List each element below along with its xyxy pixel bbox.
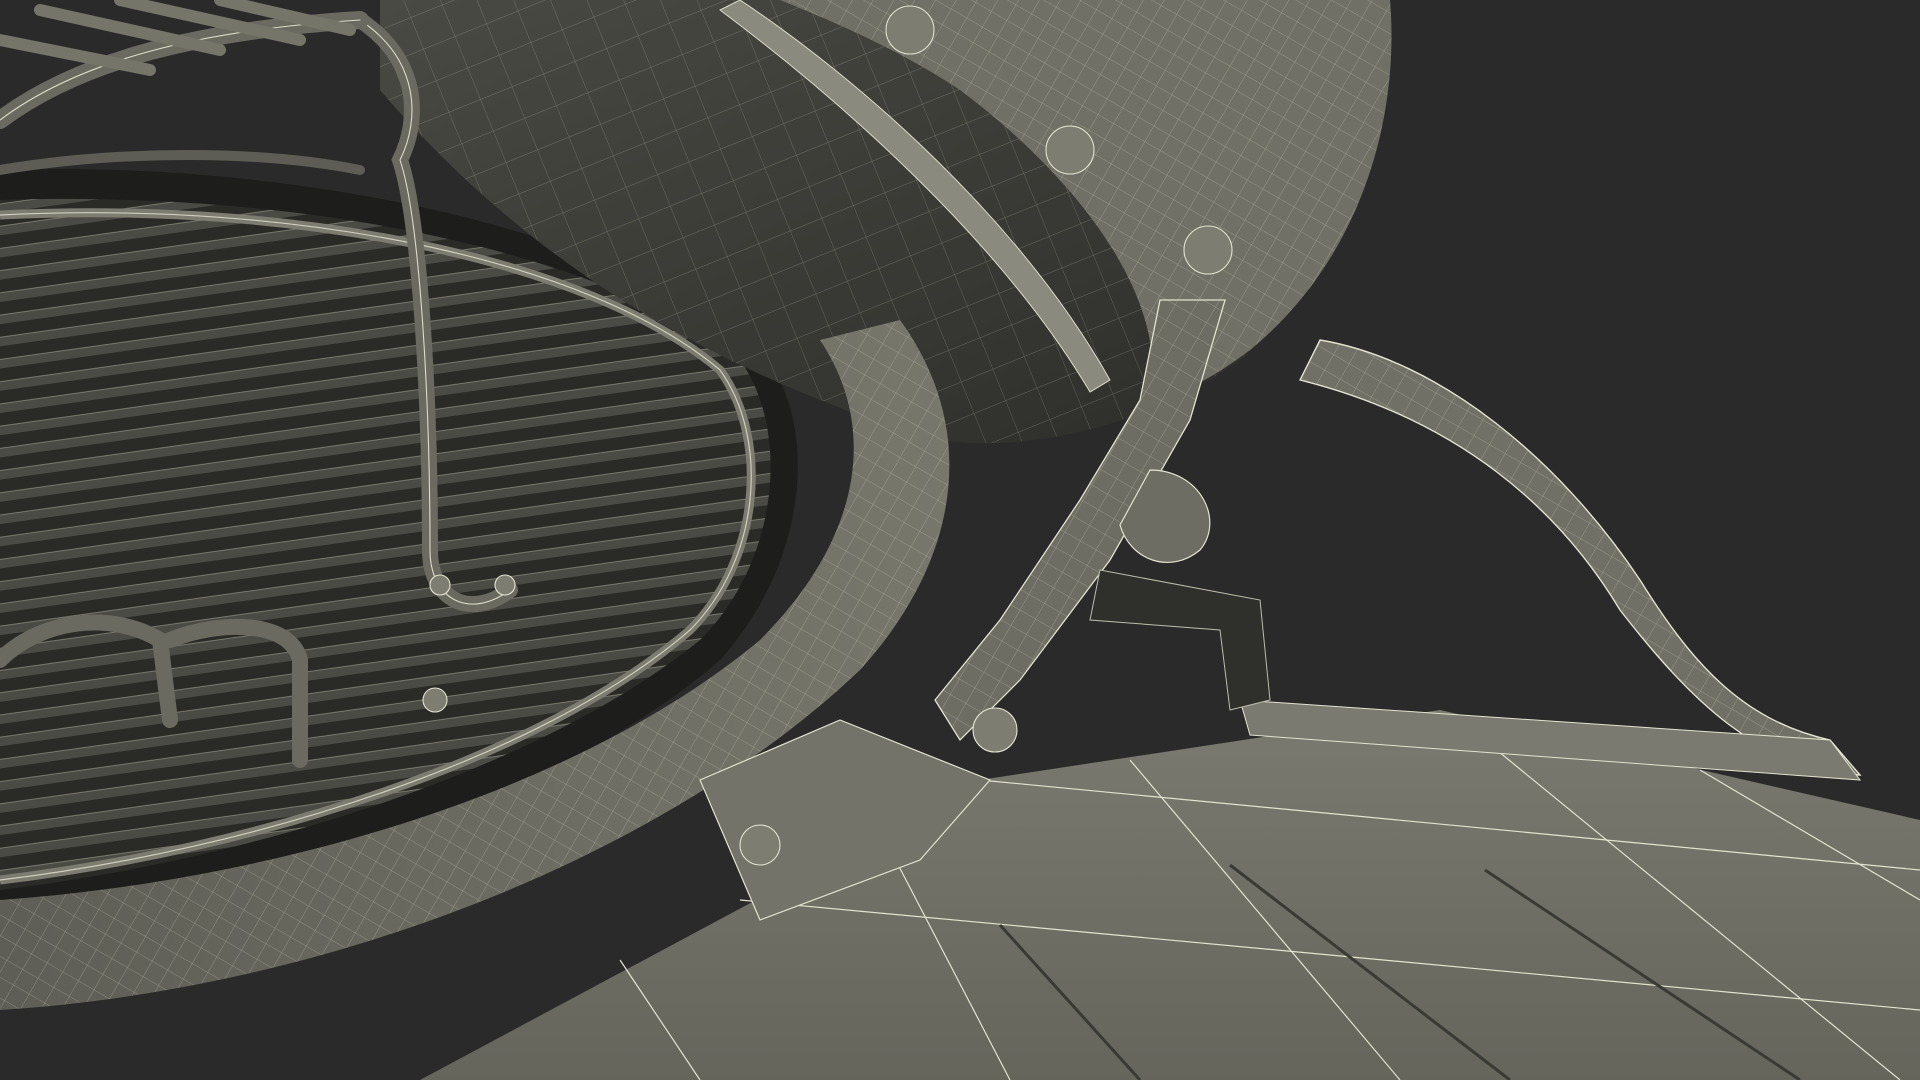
grill-wireframe-render: [0, 0, 1920, 1080]
bolt: [972, 707, 1018, 753]
bolt: [1045, 125, 1095, 175]
render-viewport: [0, 0, 1920, 1080]
bolt: [494, 574, 516, 596]
bolt: [1183, 225, 1233, 275]
bolt: [429, 574, 451, 596]
bolt: [739, 824, 781, 866]
bolt: [422, 687, 448, 713]
bolt: [885, 5, 935, 55]
